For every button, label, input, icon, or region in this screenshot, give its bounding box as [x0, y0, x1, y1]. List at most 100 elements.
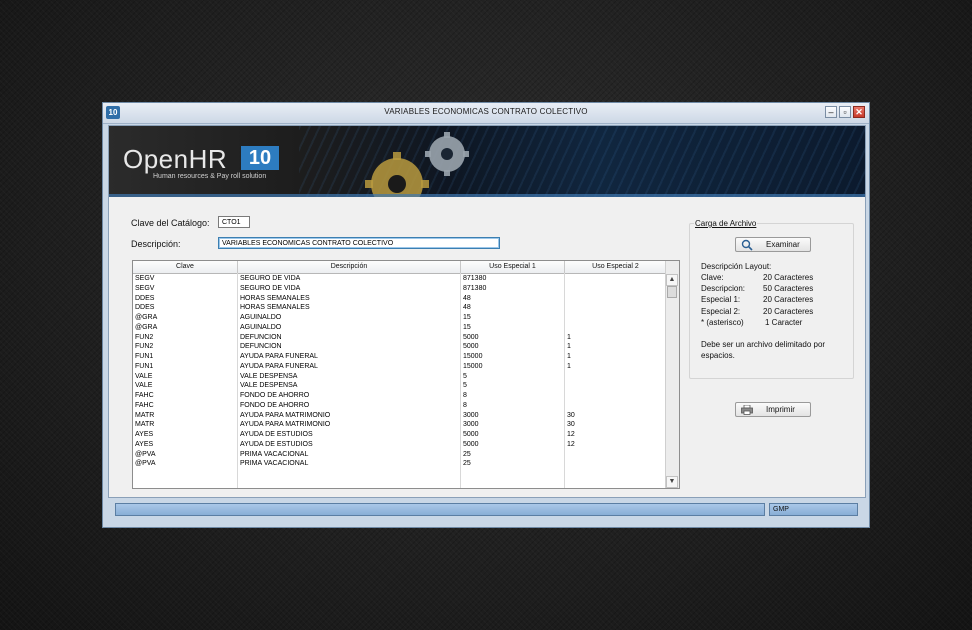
table-row[interactable]: FUN2 DEFUNCION 5000 1: [133, 342, 667, 352]
cell-descripcion: FONDO DE AHORRO: [240, 401, 310, 409]
scroll-up-icon[interactable]: ▲: [666, 274, 678, 286]
layout-heading: Descripción Layout:: [701, 262, 772, 271]
cell-descripcion: AYUDA PARA MATRIMONIO: [240, 411, 331, 419]
cell-uso-especial-1: 3000: [463, 421, 479, 429]
file-load-panel-title: Carga de Archivo: [694, 219, 758, 228]
cell-uso-especial-1: 5000: [463, 431, 479, 438]
table-row[interactable]: @PVA PRIMA VACACIONAL 25: [133, 459, 667, 469]
cell-uso-especial-1: 25: [463, 450, 471, 458]
cell-uso-especial-2: 1: [567, 333, 571, 341]
column-header-uso-especial-2[interactable]: Uso Especial 2: [565, 261, 667, 273]
openhr-banner: OpenHR 10 Human resources & Pay roll sol…: [109, 126, 865, 197]
cell-clave: FAHC: [135, 392, 154, 399]
description-label: Descripción:: [131, 239, 181, 249]
cell-uso-especial-2: [567, 274, 663, 284]
cell-descripcion: SEGURO DE VIDA: [240, 275, 301, 282]
maximize-button[interactable]: ▫: [839, 106, 851, 118]
cell-clave: SEGV: [135, 275, 155, 282]
grid-header: Clave Descripción Uso Especial 1 Uso Esp…: [133, 261, 667, 274]
cell-uso-especial-2: [567, 459, 663, 469]
table-row[interactable]: AYES AYUDA DE ESTUDIOS 5000 12: [133, 430, 667, 440]
column-header-uso-especial-1[interactable]: Uso Especial 1: [461, 261, 565, 273]
cell-descripcion: AGUINALDO: [240, 314, 282, 321]
cell-uso-especial-2: 1: [567, 362, 571, 370]
catalog-grid[interactable]: Clave Descripción Uso Especial 1 Uso Esp…: [132, 260, 680, 489]
table-row[interactable]: MATR AYUDA PARA MATRIMONIO 3000 30: [133, 420, 667, 430]
cell-uso-especial-1: 15: [463, 323, 471, 331]
layout-field-name: Descripcion:: [701, 284, 746, 294]
print-button[interactable]: Imprimir: [735, 402, 811, 417]
description-field[interactable]: VARIABLES ECONOMICAS CONTRATO COLECTIVO: [218, 237, 500, 249]
cell-descripcion: VALE DESPENSA: [240, 382, 298, 390]
table-row[interactable]: FUN1 AYUDA PARA FUNERAL 15000 1: [133, 362, 667, 372]
cell-clave: FUN2: [135, 343, 154, 351]
catalog-key-field[interactable]: CTO1: [218, 216, 250, 228]
cell-uso-especial-2: 1: [567, 343, 571, 351]
window-title: VARIABLES ECONOMICAS CONTRATO COLECTIVO: [384, 107, 588, 116]
status-bar: GMP: [108, 501, 866, 523]
grid-scrollbar[interactable]: ▲ ▼: [665, 261, 679, 488]
layout-field-size: 20 Caracteres: [763, 295, 814, 305]
cell-clave: AYES: [135, 440, 154, 448]
browse-button[interactable]: Examinar: [735, 237, 811, 252]
cell-descripcion: AYUDA PARA FUNERAL: [240, 362, 318, 370]
cell-uso-especial-2: [567, 313, 663, 323]
status-user: GMP: [769, 503, 858, 516]
cell-uso-especial-2: [567, 294, 663, 304]
table-row[interactable]: FAHC FONDO DE AHORRO 8: [133, 401, 667, 411]
scroll-thumb[interactable]: [667, 286, 677, 298]
minimize-button[interactable]: ‒: [825, 106, 837, 118]
cell-clave: DDES: [135, 304, 155, 312]
table-row[interactable]: VALE VALE DESPENSA 5: [133, 372, 667, 382]
table-row[interactable]: DDES HORAS SEMANALES 48: [133, 303, 667, 313]
cell-clave: FUN2: [135, 333, 154, 341]
table-row[interactable]: @GRA AGUINALDO 15: [133, 313, 667, 323]
column-header-clave[interactable]: Clave: [133, 261, 238, 273]
file-note-line1: Debe ser un archivo delimitado por: [701, 340, 826, 349]
cell-uso-especial-1: 871380: [463, 284, 487, 292]
cell-uso-especial-1: 15: [463, 314, 471, 321]
cell-descripcion: AYUDA PARA MATRIMONIO: [240, 421, 331, 429]
cell-uso-especial-1: 25: [463, 460, 471, 468]
table-row[interactable]: FUN2 DEFUNCION 5000 1: [133, 333, 667, 343]
client-area: OpenHR 10 Human resources & Pay roll sol…: [108, 125, 866, 498]
layout-field-size: 20 Caracteres: [763, 273, 814, 282]
cell-uso-especial-2: [567, 303, 663, 313]
cell-clave: @PVA: [135, 450, 156, 458]
table-row[interactable]: VALE VALE DESPENSA 5: [133, 381, 667, 391]
scroll-down-icon[interactable]: ▼: [666, 476, 678, 488]
table-row[interactable]: @GRA AGUINALDO 15: [133, 323, 667, 333]
layout-field-name: * (asterisco): [701, 317, 744, 327]
cell-uso-especial-2: [567, 450, 663, 460]
logo-tagline: Human resources & Pay roll solution: [153, 173, 267, 180]
print-button-label: Imprimir: [766, 405, 795, 414]
cell-uso-especial-1: 871380: [463, 275, 487, 282]
title-bar[interactable]: 10 VARIABLES ECONOMICAS CONTRATO COLECTI…: [103, 103, 869, 124]
cell-descripcion: AYUDA PARA FUNERAL: [240, 353, 318, 360]
column-header-descripcion[interactable]: Descripción: [238, 261, 461, 273]
cell-uso-especial-1: 48: [463, 304, 471, 312]
table-row[interactable]: AYES AYUDA DE ESTUDIOS 5000 12: [133, 440, 667, 450]
logo-version: 10: [241, 146, 279, 170]
layout-field-size: 50 Caracteres: [763, 284, 814, 294]
close-button[interactable]: ✕: [853, 106, 865, 118]
cell-uso-especial-1: 8: [463, 392, 467, 399]
table-row[interactable]: SEGV SEGURO DE VIDA 871380: [133, 274, 667, 284]
cell-uso-especial-1: 5: [463, 372, 467, 380]
search-icon: [741, 239, 753, 251]
table-row[interactable]: DDES HORAS SEMANALES 48: [133, 294, 667, 304]
layout-field-name: Clave:: [701, 273, 724, 282]
layout-field-size: 20 Caracteres: [763, 306, 814, 316]
table-row[interactable]: FUN1 AYUDA PARA FUNERAL 15000 1: [133, 352, 667, 362]
table-row[interactable]: FAHC FONDO DE AHORRO 8: [133, 391, 667, 401]
table-row[interactable]: MATR AYUDA PARA MATRIMONIO 3000 30: [133, 411, 667, 421]
cell-uso-especial-2: 12: [567, 440, 575, 448]
table-row[interactable]: SEGV SEGURO DE VIDA 871380: [133, 284, 667, 294]
printer-icon: [741, 405, 753, 415]
cell-uso-especial-2: [567, 372, 663, 382]
logo-text: OpenHR: [123, 144, 228, 174]
file-note-line2: espacios.: [701, 351, 735, 360]
table-row[interactable]: @PVA PRIMA VACACIONAL 25: [133, 450, 667, 460]
status-progress: [115, 503, 765, 516]
cell-uso-especial-2: 30: [567, 411, 575, 419]
